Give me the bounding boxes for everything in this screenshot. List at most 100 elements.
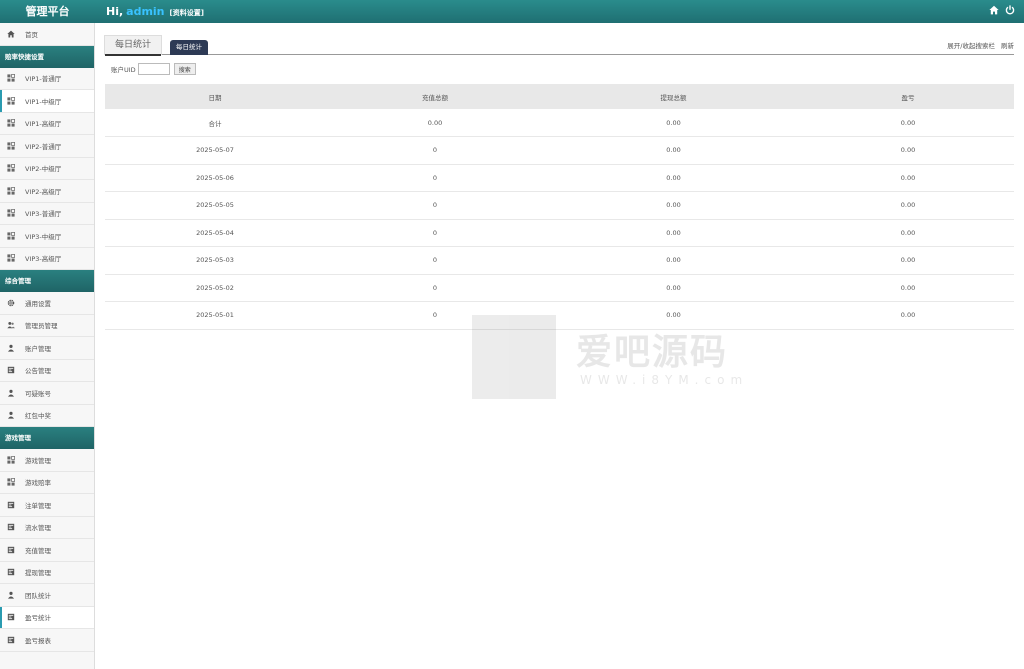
sidebar-item[interactable]: 红包中奖 (0, 405, 94, 427)
grid-icon (7, 96, 15, 105)
sidebar-section-header[interactable]: 赔率快捷设置 (0, 45, 94, 68)
sidebar-item[interactable]: 管理员管理 (0, 315, 94, 337)
document-icon (7, 613, 15, 621)
sidebar-item[interactable]: 盈亏统计 (0, 606, 94, 629)
table-cell: 2025-05-04 (105, 219, 325, 247)
sidebar-item[interactable]: 注单管理 (0, 494, 94, 517)
table-cell: 0.00 (545, 136, 802, 165)
search-bar: 账户UID 搜索 (111, 63, 196, 75)
sidebar-item[interactable]: VIP3-普通厅 (0, 203, 94, 225)
tab-daily-stats-pill[interactable]: 每日统计 (170, 40, 208, 55)
grid-icon (7, 209, 15, 217)
stats-table: 日期 充值总额 提现总额 盈亏 合计 0.00 0.00 0.00 2025-05-07… (105, 84, 1014, 330)
sidebar-item[interactable]: 公告管理 (0, 360, 94, 382)
sidebar-item[interactable]: 通用设置 (0, 292, 94, 315)
sidebar-item[interactable]: 游戏赔率 (0, 472, 94, 494)
profile-settings-link[interactable]: [资料设置] (170, 9, 204, 17)
table-cell: 0.00 (545, 301, 802, 330)
table-cell: 0.00 (802, 246, 1014, 275)
sidebar-item[interactable]: VIP1-中级厅 (0, 90, 94, 113)
grid-icon (7, 74, 15, 82)
sidebar-item-label: VIP1-中级厅 (25, 97, 62, 106)
grid-icon (7, 478, 15, 486)
sidebar-item[interactable]: 流水管理 (0, 517, 94, 539)
column-header-recharge[interactable]: 充值总额 (325, 84, 545, 109)
home-icon[interactable] (989, 5, 999, 15)
document-icon (7, 568, 15, 576)
sidebar-item-label: 红包中奖 (25, 412, 51, 421)
table-cell: 2025-05-06 (105, 164, 325, 192)
user-icon (7, 591, 15, 599)
sidebar-item-label: 充值管理 (25, 546, 51, 555)
sidebar-item-home[interactable]: 首页 (0, 23, 94, 46)
username: admin (126, 5, 165, 18)
table-cell: 0.00 (802, 274, 1014, 302)
table-cell: 0 (325, 301, 545, 330)
sidebar-section-header[interactable]: 综合管理 (0, 270, 94, 292)
sidebar-item-label: 可疑账号 (25, 389, 51, 398)
grid-icon (7, 186, 15, 195)
document-icon (7, 546, 15, 554)
table-cell: 0 (325, 191, 545, 220)
sidebar-item[interactable]: VIP3-高级厅 (0, 248, 94, 270)
sidebar-item-label: 团队统计 (25, 591, 51, 600)
table-cell: 0.00 (802, 191, 1014, 220)
column-header-withdraw[interactable]: 提现总额 (545, 84, 802, 109)
table-cell: 0.00 (545, 164, 802, 192)
uid-input[interactable] (137, 63, 170, 75)
sidebar-item-label: 首页 (25, 30, 38, 39)
user-icon (7, 389, 15, 397)
tab-daily-stats[interactable]: 每日统计 (104, 35, 163, 56)
sidebar-item[interactable]: 团队统计 (0, 584, 94, 607)
table-cell: 2025-05-02 (105, 274, 325, 302)
table-header-row: 日期 充值总额 提现总额 盈亏 (105, 84, 1014, 109)
brand-title: 管理平台 (25, 5, 70, 18)
table-row: 2025-05-02 0 0.00 0.00 (105, 274, 1014, 302)
toggle-search-link[interactable]: 展开/收起搜索栏 (947, 40, 995, 50)
sidebar-item[interactable]: 提现管理 (0, 562, 94, 584)
sidebar-item-label: VIP2-普通厅 (25, 142, 62, 151)
table-row: 2025-05-04 0 0.00 0.00 (105, 219, 1014, 247)
table-row: 合计 0.00 0.00 0.00 (105, 109, 1014, 137)
grid-icon (7, 254, 15, 262)
sidebar-item[interactable]: 游戏管理 (0, 449, 94, 472)
sidebar-item[interactable]: VIP2-普通厅 (0, 135, 94, 158)
sidebar-item[interactable]: VIP1-高级厅 (0, 113, 94, 135)
user-icon (7, 344, 15, 352)
sidebar-section-header[interactable]: 游戏管理 (0, 427, 94, 449)
sidebar-item[interactable]: VIP2-中级厅 (0, 158, 94, 180)
sidebar-item-label: 注单管理 (25, 501, 51, 510)
column-header-profit[interactable]: 盈亏 (802, 84, 1014, 109)
table-cell: 0.00 (802, 136, 1014, 165)
sidebar-item-label: VIP2-高级厅 (25, 187, 62, 196)
table-row: 2025-05-05 0 0.00 0.00 (105, 191, 1014, 220)
sidebar-item[interactable]: VIP1-普通厅 (0, 68, 94, 90)
top-header: 管理平台 Hi, admin [资料设置] (0, 0, 1024, 23)
users-icon (7, 321, 15, 329)
sidebar-item-label: 管理员管理 (25, 322, 58, 331)
sidebar-item[interactable]: VIP3-中级厅 (0, 225, 94, 248)
table-cell: 0 (325, 219, 545, 247)
table-cell: 0.00 (545, 274, 802, 302)
sidebar: 首页 赔率快捷设置 VIP1-普通厅 VIP1-中级厅 VIP1-高级厅 VIP2-普通… (0, 23, 95, 669)
search-button[interactable]: 搜索 (173, 63, 196, 75)
sidebar-item[interactable]: VIP2-高级厅 (0, 180, 94, 203)
table-cell: 0.00 (325, 109, 545, 137)
table-cell: 0.00 (802, 164, 1014, 192)
power-icon[interactable] (1005, 5, 1015, 15)
table-cell: 2025-05-03 (105, 246, 325, 275)
table-cell: 0.00 (802, 219, 1014, 247)
table-cell: 0.00 (545, 109, 802, 137)
watermark-title: 爱吧源码 (576, 332, 729, 373)
column-header-date[interactable]: 日期 (105, 84, 325, 109)
sidebar-item-label: VIP1-普通厅 (25, 75, 62, 84)
sidebar-item[interactable]: 充值管理 (0, 539, 94, 562)
table-cell: 0 (325, 274, 545, 302)
document-icon (7, 501, 15, 509)
refresh-link[interactable]: 刷新 (1001, 40, 1014, 50)
table-cell: 合计 (105, 109, 325, 137)
sidebar-item[interactable]: 盈亏报表 (0, 629, 94, 652)
sidebar-item-label: 游戏赔率 (25, 479, 51, 488)
sidebar-item[interactable]: 账户管理 (0, 337, 94, 360)
sidebar-item[interactable]: 可疑账号 (0, 382, 94, 405)
